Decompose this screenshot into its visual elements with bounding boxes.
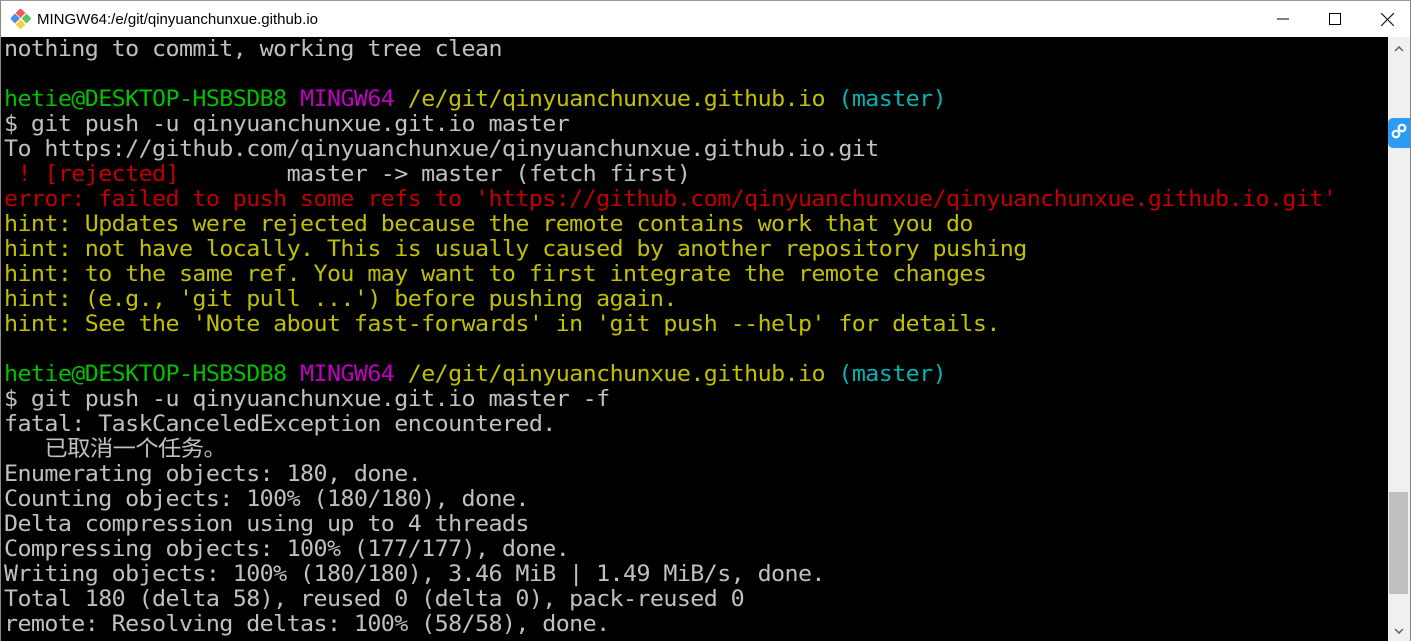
terminal-line: hetie@DESKTOP-HSBSDB8 MINGW64 /e/git/qin… (4, 87, 1389, 112)
maximize-button[interactable] (1312, 1, 1358, 38)
terminal-line: Delta compression using up to 4 threads (4, 512, 1389, 537)
maximize-icon (1329, 13, 1341, 25)
minimize-button[interactable] (1260, 1, 1306, 38)
terminal-line: error: failed to push some refs to 'http… (4, 187, 1389, 212)
terminal-text-segment: Delta compression using up to 4 threads (4, 512, 529, 537)
terminal-text-segment: Counting objects: 100% (180/180), done. (4, 487, 529, 512)
terminal-line: Total 180 (delta 58), reused 0 (delta 0)… (4, 587, 1389, 612)
terminal-text-segment: To https://github.com/qinyuanchunxue/qin… (4, 137, 879, 162)
terminal-line: Counting objects: 100% (180/180), done. (4, 487, 1389, 512)
close-icon (1380, 12, 1394, 26)
terminal-line: Enumerating objects: 180, done. (4, 462, 1389, 487)
terminal-line: Writing objects: 100% (180/180), 3.46 Mi… (4, 562, 1389, 587)
terminal-text-segment: Writing objects: 100% (180/180), 3.46 Mi… (4, 562, 825, 587)
terminal-line: hint: (e.g., 'git pull ...') before push… (4, 287, 1389, 312)
terminal-text-segment: 已取消一个任务。 (4, 437, 227, 462)
window-controls (1254, 1, 1410, 38)
terminal-text-segment: nothing to commit, working tree clean (4, 37, 503, 62)
scroll-thumb[interactable] (1389, 492, 1408, 594)
terminal-text-segment: hint: not have locally. This is usually … (4, 237, 1027, 262)
terminal-text-segment: remote: Resolving deltas: 100% (58/58), … (4, 612, 610, 637)
terminal-text-segment: hint: Updates were rejected because the … (4, 212, 973, 237)
terminal-text-segment: fatal: TaskCanceledException encountered… (4, 412, 556, 437)
terminal-text-segment: $ git push -u qinyuanchunxue.git.io mast… (4, 112, 570, 137)
terminal-text-segment: /e/git/qinyuanchunxue.github.io (407, 87, 826, 112)
terminal-text-segment: $ git push -u qinyuanchunxue.git.io mast… (4, 387, 610, 412)
terminal-line: 已取消一个任务。 (4, 437, 1389, 462)
terminal-window: MINGW64:/e/git/qinyuanchunxue.github.io … (0, 0, 1411, 641)
terminal-text-segment: Total 180 (delta 58), reused 0 (delta 0)… (4, 587, 745, 612)
terminal-text-segment: hint: (e.g., 'git pull ...') before push… (4, 287, 677, 312)
terminal-line: remote: Resolving deltas: 100% (58/58), … (4, 612, 1389, 637)
terminal-line: Compressing objects: 100% (177/177), don… (4, 537, 1389, 562)
terminal-text-segment: Enumerating objects: 180, done. (4, 462, 422, 487)
terminal-line: ! [rejected] master -> master (fetch fir… (4, 162, 1389, 187)
terminal-text-segment: hint: See the 'Note about fast-forwards'… (4, 312, 1000, 337)
terminal-text-segment: MINGW64 (300, 362, 395, 387)
floating-link-widget[interactable] (1388, 118, 1410, 148)
terminal-line: nothing to commit, working tree clean (4, 37, 1389, 62)
terminal-line: hint: to the same ref. You may want to f… (4, 262, 1389, 287)
terminal-text-segment: hetie@DESKTOP-HSBSDB8 (4, 87, 287, 112)
terminal-text-segment: master -> master (fetch first) (178, 162, 691, 187)
chevron-down-icon (1394, 621, 1404, 639)
scroll-up-button[interactable] (1388, 37, 1410, 59)
terminal-output[interactable]: nothing to commit, working tree clean het… (1, 37, 1389, 641)
terminal-line: $ git push -u qinyuanchunxue.git.io mast… (4, 112, 1389, 137)
terminal-line: hint: See the 'Note about fast-forwards'… (4, 312, 1389, 337)
scroll-down-button[interactable] (1388, 619, 1410, 641)
terminal-text-segment: (master) (838, 362, 947, 387)
window-title: MINGW64:/e/git/qinyuanchunxue.github.io (37, 10, 318, 28)
chevron-up-icon (1394, 39, 1404, 57)
terminal-text-segment: hetie@DESKTOP-HSBSDB8 (4, 362, 287, 387)
minimize-icon (1277, 13, 1289, 25)
title-bar[interactable]: MINGW64:/e/git/qinyuanchunxue.github.io (1, 0, 1410, 37)
terminal-line: To https://github.com/qinyuanchunxue/qin… (4, 137, 1389, 162)
git-bash-icon (10, 8, 32, 30)
terminal-text-segment: MINGW64 (300, 87, 395, 112)
close-button[interactable] (1364, 1, 1410, 38)
terminal-text-segment: ! [rejected] (4, 162, 179, 187)
terminal-line: hetie@DESKTOP-HSBSDB8 MINGW64 /e/git/qin… (4, 362, 1389, 387)
terminal-line: hint: not have locally. This is usually … (4, 237, 1389, 262)
terminal-text-segment: /e/git/qinyuanchunxue.github.io (407, 362, 826, 387)
terminal-line: $ git push -u qinyuanchunxue.git.io mast… (4, 387, 1389, 412)
terminal-line: hint: Updates were rejected because the … (4, 212, 1389, 237)
terminal-text-segment: Compressing objects: 100% (177/177), don… (4, 537, 570, 562)
link-icon (1391, 123, 1407, 144)
terminal-text-segment: error: failed to push some refs to 'http… (4, 187, 1337, 212)
terminal-text-segment: hint: to the same ref. You may want to f… (4, 262, 987, 287)
terminal-line: fatal: TaskCanceledException encountered… (4, 412, 1389, 437)
terminal-text-segment: (master) (838, 87, 947, 112)
